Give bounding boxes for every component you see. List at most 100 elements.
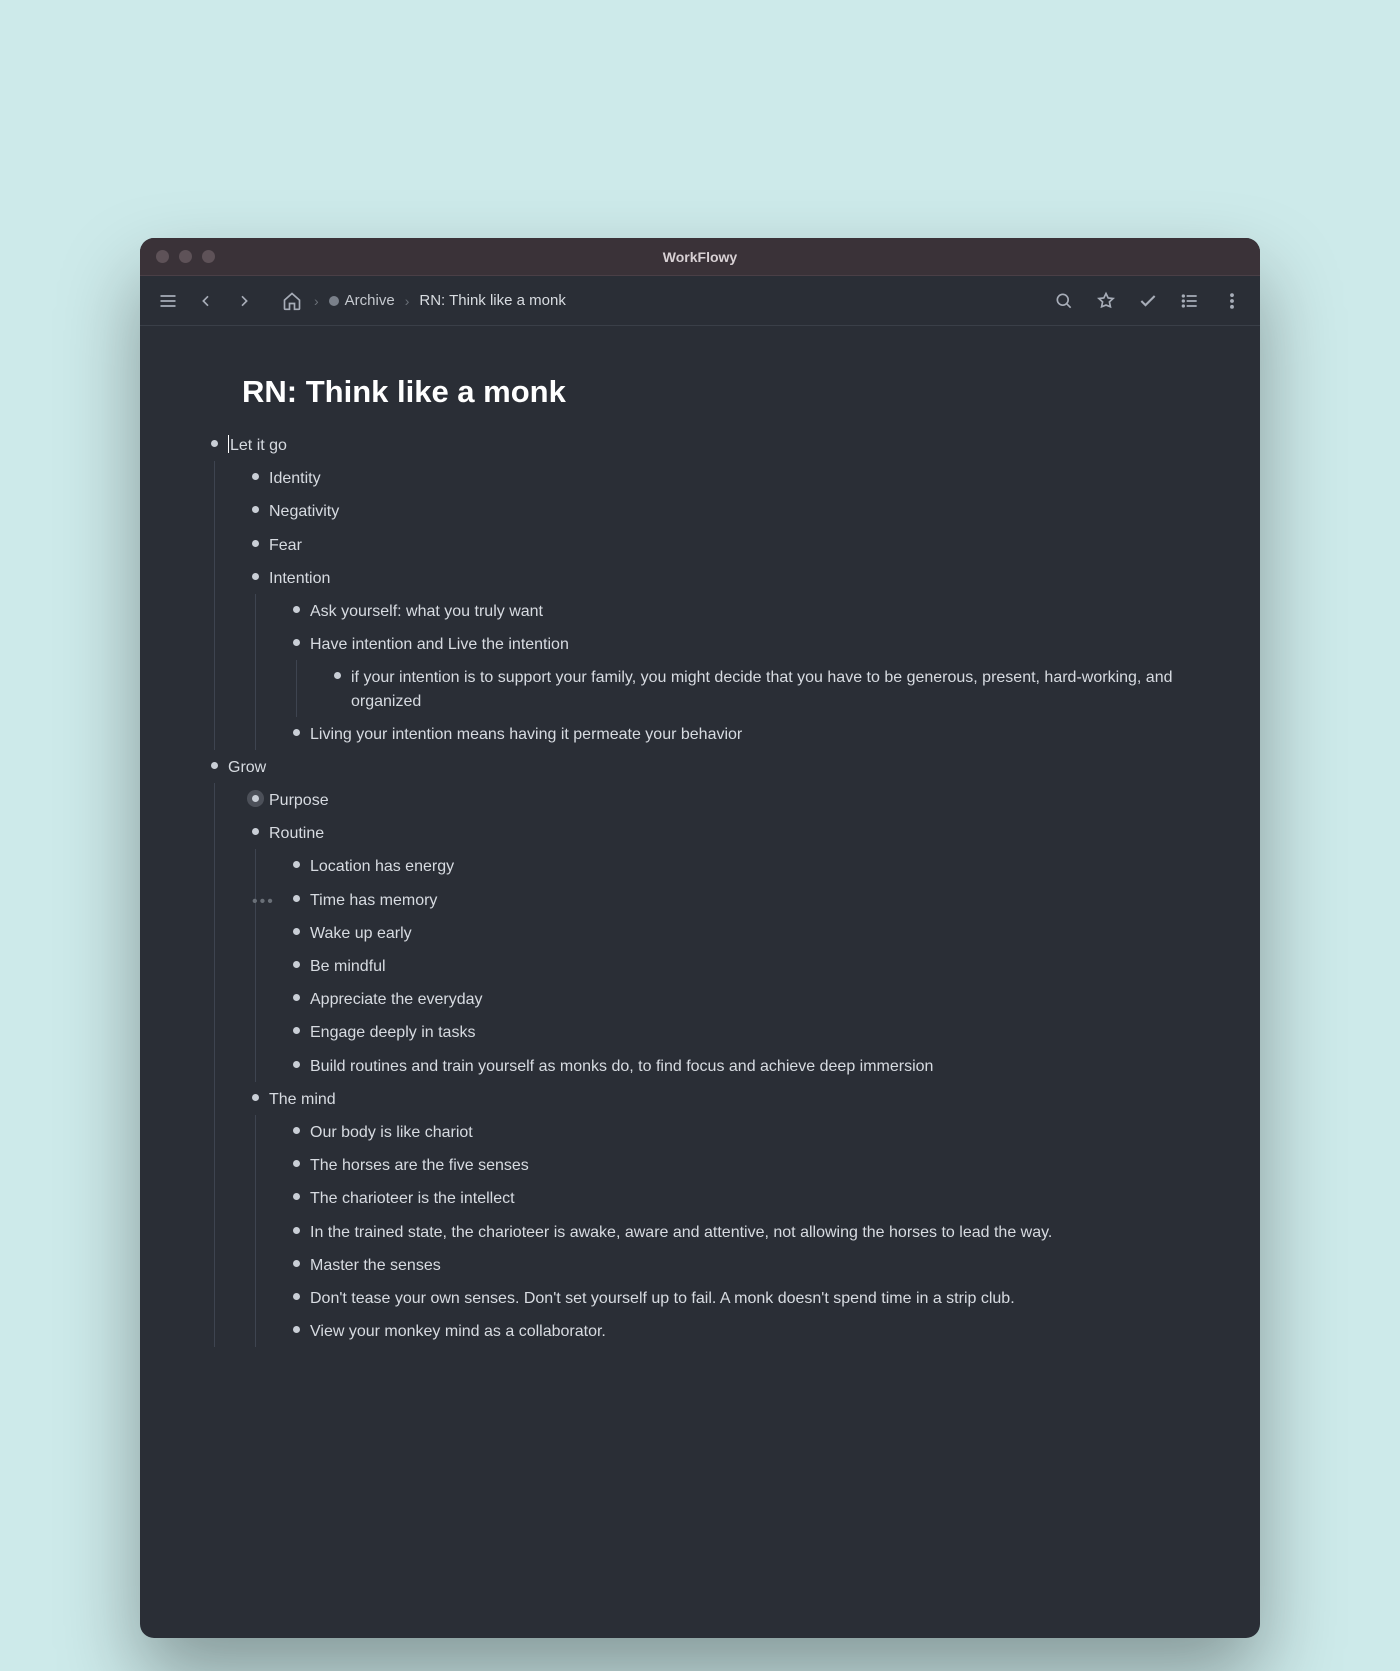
outline-item[interactable]: Purpose xyxy=(241,783,1200,816)
bullet-button[interactable] xyxy=(241,787,269,802)
outline-item[interactable]: The charioteer is the intellect xyxy=(282,1181,1200,1214)
check-icon[interactable] xyxy=(1136,289,1160,313)
bullet-button[interactable] xyxy=(282,1185,310,1200)
outline-node[interactable]: Routine xyxy=(241,816,1200,849)
outline-item[interactable]: Fear xyxy=(241,528,1200,561)
list-icon[interactable] xyxy=(1178,289,1202,313)
bullet-button[interactable] xyxy=(282,1252,310,1267)
outline-text[interactable]: Routine xyxy=(269,820,324,845)
outline-item[interactable]: Be mindful xyxy=(282,949,1200,982)
outline-item[interactable]: Master the senses xyxy=(282,1248,1200,1281)
bullet-button[interactable] xyxy=(282,721,310,736)
bullet-button[interactable] xyxy=(282,853,310,868)
outline-item[interactable]: Ask yourself: what you truly want xyxy=(282,594,1200,627)
bullet-button[interactable] xyxy=(282,986,310,1001)
bullet-button[interactable] xyxy=(241,532,269,547)
outline-item[interactable]: The mind Our body is like chariot The hors… xyxy=(241,1082,1200,1348)
more-icon[interactable] xyxy=(1220,289,1244,313)
outline-node[interactable]: Master the senses xyxy=(282,1248,1200,1281)
outline-node[interactable]: Intention xyxy=(241,561,1200,594)
outline-node[interactable]: Negativity xyxy=(241,494,1200,527)
close-window-button[interactable] xyxy=(156,250,169,263)
outline-node[interactable]: The horses are the five senses xyxy=(282,1148,1200,1181)
outline-item[interactable]: Engage deeply in tasks xyxy=(282,1015,1200,1048)
outline-item[interactable]: Build routines and train yourself as mon… xyxy=(282,1049,1200,1082)
outline-text[interactable]: The horses are the five senses xyxy=(310,1152,529,1177)
outline-item[interactable]: Appreciate the everyday xyxy=(282,982,1200,1015)
bullet-button[interactable] xyxy=(282,1019,310,1034)
outline-node[interactable]: Build routines and train yourself as mon… xyxy=(282,1049,1200,1082)
outline-text[interactable]: Fear xyxy=(269,532,302,557)
nav-forward-icon[interactable] xyxy=(232,289,256,313)
outline-text[interactable]: The charioteer is the intellect xyxy=(310,1185,515,1210)
outline-text[interactable]: Time has memory xyxy=(310,887,437,912)
bullet-button[interactable] xyxy=(282,598,310,613)
bullet-button[interactable] xyxy=(282,1219,310,1234)
outline-text[interactable]: Living your intention means having it pe… xyxy=(310,721,742,746)
outline-node[interactable]: Our body is like chariot xyxy=(282,1115,1200,1148)
outline-item[interactable]: Our body is like chariot xyxy=(282,1115,1200,1148)
outline-node[interactable]: Engage deeply in tasks xyxy=(282,1015,1200,1048)
outline-node[interactable]: Fear xyxy=(241,528,1200,561)
outline-text[interactable]: View your monkey mind as a collaborator. xyxy=(310,1318,606,1343)
bullet-button[interactable] xyxy=(241,820,269,835)
bullet-button[interactable] xyxy=(323,664,351,679)
outline-item[interactable]: Identity xyxy=(241,461,1200,494)
bullet-button[interactable] xyxy=(241,498,269,513)
bullet-button[interactable] xyxy=(200,754,228,769)
outline-text[interactable]: Location has energy xyxy=(310,853,454,878)
outline-text[interactable]: Identity xyxy=(269,465,321,490)
outline-text[interactable]: The mind xyxy=(269,1086,336,1111)
outline-node[interactable]: Have intention and Live the intention xyxy=(282,627,1200,660)
outline-node[interactable]: Living your intention means having it pe… xyxy=(282,717,1200,750)
outline-node[interactable]: if your intention is to support your fam… xyxy=(323,660,1200,716)
outline-item[interactable]: Have intention and Live the intention if … xyxy=(282,627,1200,717)
outline-node[interactable]: Be mindful xyxy=(282,949,1200,982)
outline-node[interactable]: Grow xyxy=(200,750,1200,783)
outline-text[interactable]: if your intention is to support your fam… xyxy=(351,664,1200,712)
outline-node[interactable]: Purpose xyxy=(241,783,1200,816)
outline-item[interactable]: The horses are the five senses xyxy=(282,1148,1200,1181)
outline-text[interactable]: Intention xyxy=(269,565,330,590)
outline-text[interactable]: Master the senses xyxy=(310,1252,441,1277)
bullet-button[interactable] xyxy=(241,465,269,480)
outline-item[interactable]: Negativity xyxy=(241,494,1200,527)
outline-item[interactable]: Don't tease your own senses. Don't set y… xyxy=(282,1281,1200,1314)
outline-text[interactable]: Let it go xyxy=(228,432,287,457)
outline-text[interactable]: Engage deeply in tasks xyxy=(310,1019,475,1044)
bullet-button[interactable] xyxy=(282,1152,310,1167)
maximize-window-button[interactable] xyxy=(202,250,215,263)
outline-text[interactable]: Purpose xyxy=(269,787,329,812)
outline-text[interactable]: Grow xyxy=(228,754,266,779)
outline-node[interactable]: Let it go xyxy=(200,428,1200,461)
outline-item[interactable]: Let it go Identity Negativity Fear Intention… xyxy=(200,428,1200,750)
bullet-button[interactable] xyxy=(241,565,269,580)
bullet-button[interactable] xyxy=(282,1119,310,1134)
star-icon[interactable] xyxy=(1094,289,1118,313)
outline-node[interactable]: The charioteer is the intellect xyxy=(282,1181,1200,1214)
outline-item[interactable]: View your monkey mind as a collaborator. xyxy=(282,1314,1200,1347)
outline-item[interactable]: GrowPurpose Routine Location has energy •••… xyxy=(200,750,1200,1347)
bullet-button[interactable] xyxy=(282,920,310,935)
outline-node[interactable]: View your monkey mind as a collaborator. xyxy=(282,1314,1200,1347)
outline-item[interactable]: •••Time has memory xyxy=(282,883,1200,916)
bullet-button[interactable] xyxy=(282,887,310,902)
breadcrumb-current[interactable]: RN: Think like a monk xyxy=(419,292,565,309)
search-icon[interactable] xyxy=(1052,289,1076,313)
outline-text[interactable]: Our body is like chariot xyxy=(310,1119,473,1144)
outline-item[interactable]: if your intention is to support your fam… xyxy=(323,660,1200,716)
bullet-button[interactable] xyxy=(200,432,228,447)
outline-item[interactable]: Location has energy xyxy=(282,849,1200,882)
outline-text[interactable]: Wake up early xyxy=(310,920,412,945)
bullet-button[interactable] xyxy=(282,1285,310,1300)
outline-text[interactable]: Have intention and Live the intention xyxy=(310,631,569,656)
outline-node[interactable]: Appreciate the everyday xyxy=(282,982,1200,1015)
outline-node[interactable]: Identity xyxy=(241,461,1200,494)
breadcrumb-archive[interactable]: Archive xyxy=(329,292,395,309)
outline-node[interactable]: Time has memory xyxy=(282,883,1200,916)
outline-text[interactable]: Ask yourself: what you truly want xyxy=(310,598,543,623)
menu-icon[interactable] xyxy=(156,289,180,313)
content-area[interactable]: RN: Think like a monk Let it goIdentityN… xyxy=(140,326,1260,1638)
outline-text[interactable]: Don't tease your own senses. Don't set y… xyxy=(310,1285,1015,1310)
outline-item[interactable]: Intention Ask yourself: what you truly wa… xyxy=(241,561,1200,750)
